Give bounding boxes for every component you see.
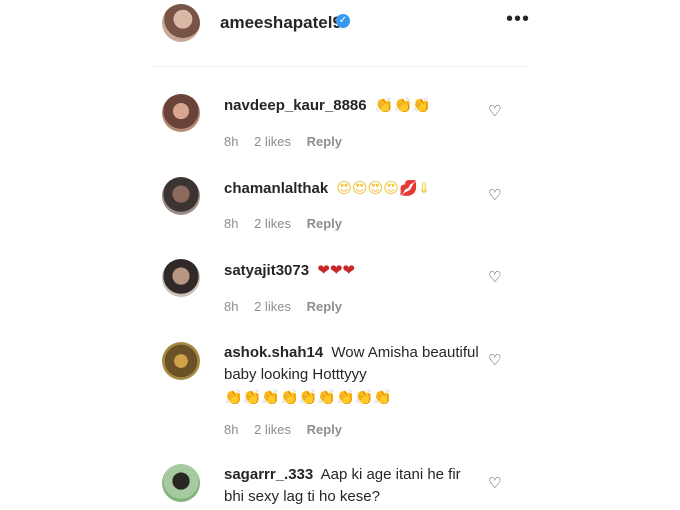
comment-likes[interactable]: 2 likes — [254, 299, 291, 314]
author-avatar[interactable] — [162, 4, 200, 42]
commenter-username[interactable]: chamanlalthak — [224, 180, 328, 197]
verified-badge-icon: ✓ — [336, 14, 350, 28]
commenter-avatar[interactable] — [162, 94, 200, 132]
commenter-username[interactable]: sagarrr_.333 — [224, 466, 313, 483]
like-heart-icon[interactable]: ♡ — [488, 268, 501, 286]
like-heart-icon[interactable]: ♡ — [488, 102, 501, 120]
comment-body: navdeep_kaur_8886 👏👏👏 — [224, 94, 484, 117]
reply-button[interactable]: Reply — [307, 422, 342, 437]
like-heart-icon[interactable]: ♡ — [488, 186, 501, 204]
comment-likes[interactable]: 2 likes — [254, 134, 291, 149]
comment-time: 8h — [224, 299, 239, 314]
comment-emoji: 👏👏👏👏👏👏👏👏👏 — [224, 388, 393, 406]
reply-button[interactable]: Reply — [307, 299, 342, 314]
comment-meta: 8h 2 likes Reply — [224, 134, 354, 149]
commenter-avatar[interactable] — [162, 177, 200, 215]
comment-time: 8h — [224, 216, 239, 231]
comment-body: ashok.shah14 Wow Amisha beautiful baby l… — [224, 342, 484, 408]
comment-emoji: ❤❤❤ — [317, 261, 355, 279]
commenter-username[interactable]: navdeep_kaur_8886 — [224, 97, 367, 114]
like-heart-icon[interactable]: ♡ — [488, 474, 501, 492]
comment-meta: 8h 2 likes Reply — [224, 422, 354, 437]
commenter-username[interactable]: ashok.shah14 — [224, 344, 323, 361]
comment-meta: 8h 2 likes Reply — [224, 299, 354, 314]
reply-button[interactable]: Reply — [307, 134, 342, 149]
post-header: ameeshapatel9 ✓ ••• — [150, 0, 530, 67]
comment-meta: 8h 2 likes Reply — [224, 216, 354, 231]
comment-emoji: 😍😍😍😍💋⇓ — [336, 179, 431, 197]
comment-emoji: 👏👏👏 — [374, 96, 431, 114]
commenter-username[interactable]: satyajit3073 — [224, 262, 309, 279]
comment-likes[interactable]: 2 likes — [254, 422, 291, 437]
comment-body: chamanlalthak 😍😍😍😍💋⇓ — [224, 177, 484, 200]
comment-time: 8h — [224, 422, 239, 437]
author-username[interactable]: ameeshapatel9 — [220, 13, 342, 33]
comment-body: sagarrr_.333 Aap ki age itani he fir bhi… — [224, 464, 484, 508]
like-heart-icon[interactable]: ♡ — [488, 351, 501, 369]
commenter-avatar[interactable] — [162, 464, 200, 502]
commenter-avatar[interactable] — [162, 259, 200, 297]
more-options-icon[interactable]: ••• — [506, 8, 530, 31]
comment-time: 8h — [224, 134, 239, 149]
comment-body: satyajit3073 ❤❤❤ — [224, 259, 484, 282]
reply-button[interactable]: Reply — [307, 216, 342, 231]
comment-likes[interactable]: 2 likes — [254, 216, 291, 231]
commenter-avatar[interactable] — [162, 342, 200, 380]
